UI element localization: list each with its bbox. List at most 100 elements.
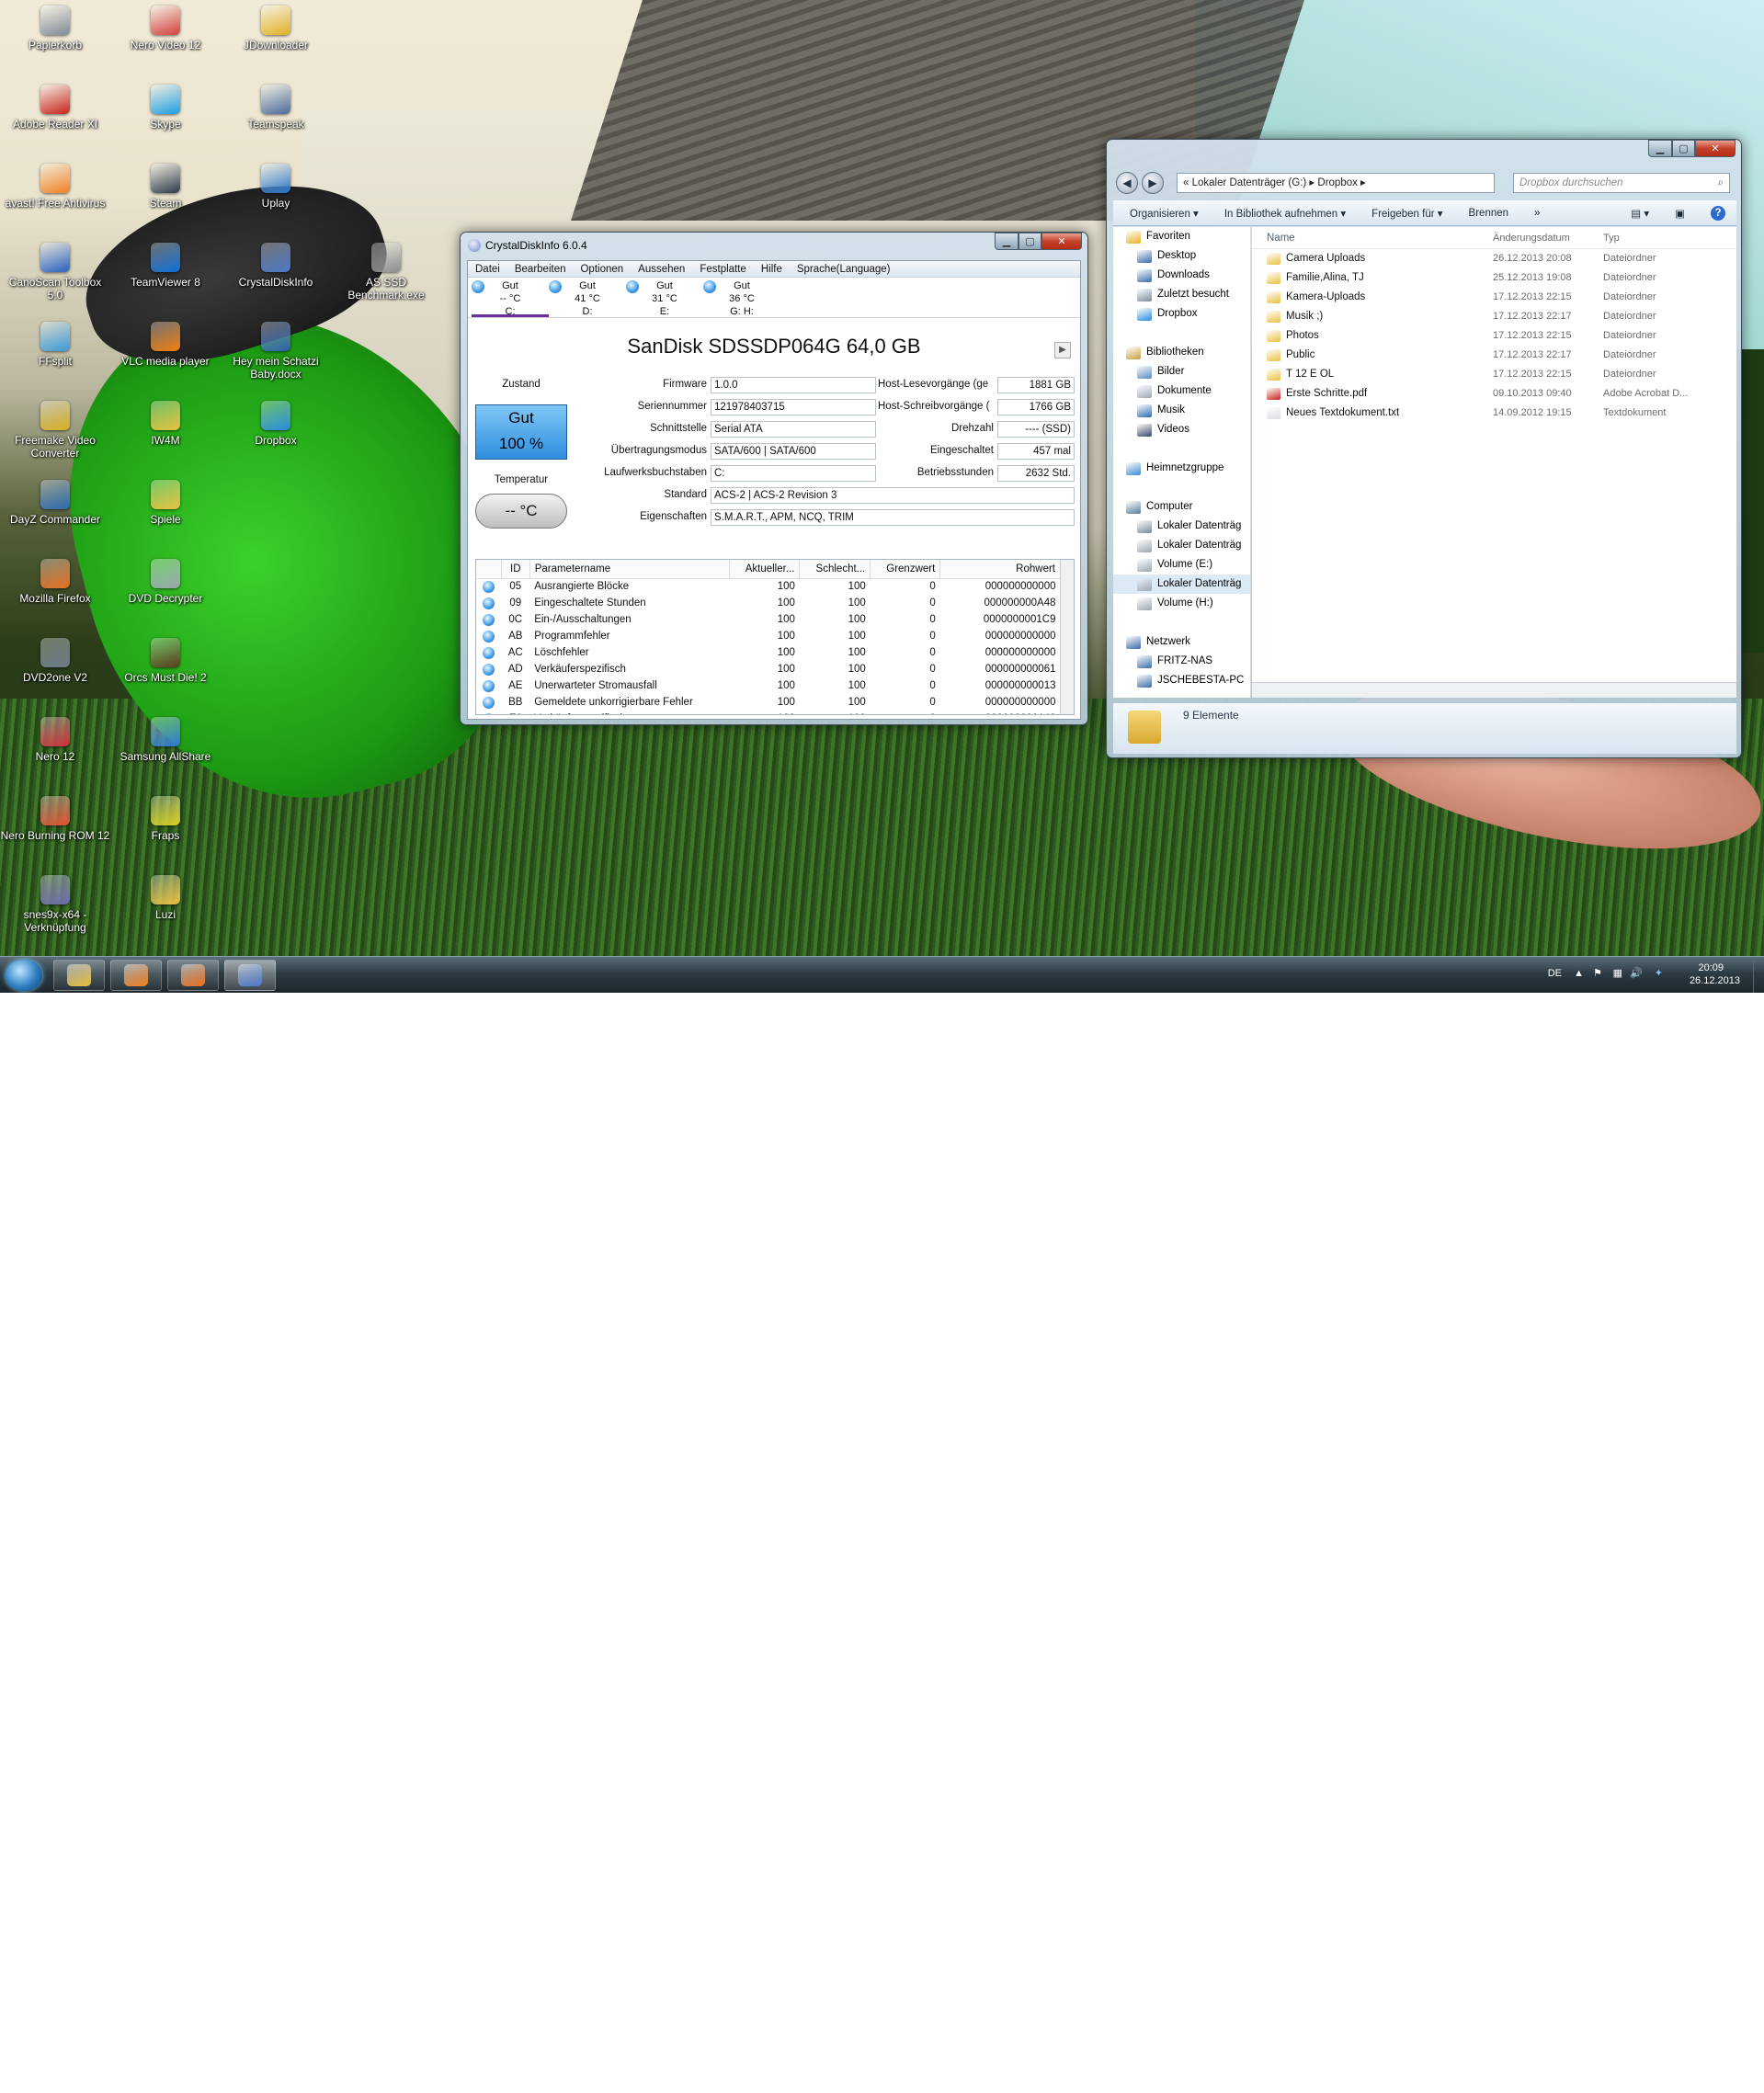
desktop-icon[interactable]: Teamspeak xyxy=(221,85,331,131)
nav-item[interactable]: Downloads xyxy=(1113,266,1250,285)
file-column-header[interactable]: Typ xyxy=(1603,227,1713,248)
menu-item[interactable]: Aussehen xyxy=(638,264,685,275)
desktop-icon[interactable]: Luzi xyxy=(110,875,221,921)
command-button[interactable]: » xyxy=(1534,208,1540,219)
smart-column-header[interactable]: ID xyxy=(501,560,530,579)
smart-column-header[interactable]: Parametername xyxy=(529,560,730,579)
drive-button[interactable]: Gut 31 °C E: xyxy=(626,278,703,317)
desktop-icon[interactable]: CrystalDiskInfo xyxy=(221,243,331,289)
smart-row[interactable]: BB Gemeldete unkorrigierbare Fehler 100 100… xyxy=(476,694,1061,711)
help-icon[interactable]: ? xyxy=(1711,205,1725,221)
menu-item[interactable]: Festplatte xyxy=(700,264,746,275)
close-button[interactable]: ✕ xyxy=(1041,233,1082,250)
nav-item[interactable]: Bibliotheken xyxy=(1113,343,1250,362)
desktop-icon[interactable]: AS SSD Benchmark.exe xyxy=(331,243,441,301)
dropbox-tray-icon[interactable]: ✦ xyxy=(1655,967,1663,979)
smart-scrollbar[interactable] xyxy=(1060,560,1074,714)
smart-row[interactable]: E6Verkäuferspezifisch1001000000000000143 xyxy=(476,711,1061,714)
nav-item[interactable]: Desktop xyxy=(1113,246,1250,266)
desktop-icon[interactable]: Skype xyxy=(110,85,221,131)
clock-time[interactable]: 20:09 xyxy=(1698,962,1724,973)
command-button[interactable]: Organisieren ▾ xyxy=(1130,207,1199,220)
file-row[interactable]: Musik ;) 17.12.2013 22:17 Dateiordner xyxy=(1252,307,1736,326)
desktop-icon[interactable]: IW4M xyxy=(110,401,221,447)
desktop-icon[interactable]: VLC media player xyxy=(110,322,221,368)
horizontal-scrollbar[interactable] xyxy=(1252,682,1736,698)
file-row[interactable]: Familie,Alina, TJ 25.12.2013 19:08 Dateior… xyxy=(1252,268,1736,288)
file-row[interactable]: Photos 17.12.2013 22:15 Dateiordner xyxy=(1252,326,1736,346)
desktop-icon[interactable]: Samsung AllShare xyxy=(110,717,221,763)
smart-row[interactable]: 09 Eingeschaltete Stunden 100 100 0 000000000… xyxy=(476,595,1061,611)
close-button[interactable]: ✕ xyxy=(1695,140,1736,157)
command-button[interactable]: In Bibliothek aufnehmen ▾ xyxy=(1224,207,1346,220)
crystaldiskinfo-window[interactable]: CrystalDiskInfo 6.0.4 ▁ ▢ ✕ Datei Bearbei… xyxy=(460,232,1088,725)
file-row[interactable]: T 12 E OL 17.12.2013 22:15 Dateiordner xyxy=(1252,365,1736,384)
file-list[interactable]: Name Änderungsdatum Typ Camera Uploads 26.1… xyxy=(1252,227,1736,698)
drive-button[interactable]: Gut 36 °C G: H: xyxy=(703,278,780,317)
desktop-icon[interactable]: Uplay xyxy=(221,164,331,210)
desktop-icon[interactable]: CanoScan Toolbox 5.0 xyxy=(0,243,110,301)
smart-row[interactable]: AC Löschfehler 100 100 0 000000000000 xyxy=(476,644,1061,661)
nav-item[interactable]: Zuletzt besucht xyxy=(1113,285,1250,304)
language-indicator[interactable]: DE xyxy=(1548,968,1562,979)
desktop-icon[interactable]: Steam xyxy=(110,164,221,210)
desktop-icon[interactable]: TeamViewer 8 xyxy=(110,243,221,289)
desktop-icon[interactable]: DVD Decrypter xyxy=(110,559,221,605)
menu-item[interactable]: Hilfe xyxy=(761,264,782,275)
desktop-icon[interactable]: Orcs Must Die! 2 xyxy=(110,638,221,684)
smart-row[interactable]: AB Programmfehler 100 100 0 000000000000 xyxy=(476,628,1061,644)
maximize-button[interactable]: ▢ xyxy=(1019,233,1041,250)
smart-column-header[interactable]: Rohwert xyxy=(939,560,1061,579)
command-button[interactable]: Freigeben für ▾ xyxy=(1371,207,1442,220)
nav-item[interactable]: Volume (H:) xyxy=(1113,594,1250,613)
nav-item[interactable]: Dropbox xyxy=(1113,304,1250,324)
smart-column-header[interactable]: Aktueller... xyxy=(729,560,801,579)
file-row[interactable]: Erste Schritte.pdf 09.10.2013 09:40 Adobe … xyxy=(1252,384,1736,404)
file-row[interactable]: Kamera-Uploads 17.12.2013 22:15 Dateiordne… xyxy=(1252,288,1736,307)
address-bar[interactable]: « Lokaler Datenträger (G:) ▸ Dropbox ▸ xyxy=(1177,173,1495,193)
desktop-icon[interactable]: Hey mein Schatzi Baby.docx xyxy=(221,322,331,381)
desktop-icon[interactable]: Papierkorb xyxy=(0,6,110,51)
smart-row[interactable]: 05 Ausrangierte Blöcke 100 100 0 000000000000 xyxy=(476,578,1061,595)
nav-item[interactable]: JSCHEBESTA-PC xyxy=(1113,671,1250,690)
smart-column-header[interactable]: Schlecht... xyxy=(799,560,871,579)
smart-row[interactable]: AD Verkäuferspezifisch 100 100 0 000000000061 xyxy=(476,661,1061,677)
taskbar-button[interactable] xyxy=(167,960,219,991)
desktop-icon[interactable]: FFsplit xyxy=(0,322,110,368)
file-row[interactable]: Neues Textdokument.txt 14.09.2012 19:15 Te… xyxy=(1252,404,1736,423)
smart-column-header[interactable]: Grenzwert xyxy=(870,560,941,579)
next-drive-button[interactable]: ▶ xyxy=(1054,342,1071,358)
volume-icon[interactable]: 🔊 xyxy=(1630,967,1643,979)
minimize-button[interactable]: ▁ xyxy=(995,233,1019,250)
file-row[interactable]: Camera Uploads 26.12.2013 20:08 Dateiordne… xyxy=(1252,249,1736,268)
nav-item[interactable]: Lokaler Datenträg xyxy=(1113,574,1250,594)
desktop-icon[interactable]: JDownloader xyxy=(221,6,331,51)
taskbar-button[interactable] xyxy=(224,960,276,991)
smart-row[interactable]: 0C Ein-/Ausschaltungen 100 100 0 0000000001C9 xyxy=(476,611,1061,628)
file-row[interactable]: Public 17.12.2013 22:17 Dateiordner xyxy=(1252,346,1736,365)
nav-item[interactable]: Volume (E:) xyxy=(1113,555,1250,574)
clock-date[interactable]: 26.12.2013 xyxy=(1690,975,1740,986)
search-input[interactable]: Dropbox durchsuchen ⌕ xyxy=(1513,173,1730,193)
nav-item[interactable]: Netzwerk xyxy=(1113,632,1250,652)
nav-item[interactable]: Lokaler Datenträg xyxy=(1113,517,1250,536)
desktop-icon[interactable]: Freemake Video Converter xyxy=(0,401,110,460)
desktop-icon[interactable]: Dropbox xyxy=(221,401,331,447)
desktop-icon[interactable]: Spiele xyxy=(110,480,221,526)
network-icon[interactable]: ▦ xyxy=(1613,967,1622,979)
minimize-button[interactable]: ▁ xyxy=(1648,140,1672,157)
navigation-pane[interactable]: Favoriten Desktop Downloads Zuletzt besucht… xyxy=(1113,227,1251,698)
desktop-icon[interactable]: Nero Video 12 xyxy=(110,6,221,51)
file-column-header[interactable]: Name xyxy=(1252,227,1493,248)
nav-item[interactable]: Bilder xyxy=(1113,362,1250,381)
menu-item[interactable]: Sprache(Language) xyxy=(797,264,891,275)
explorer-window[interactable]: ▁ ▢ ✕ ◀ ▶ « Lokaler Datenträger (G:) ▸ D… xyxy=(1106,139,1742,758)
preview-pane-icon[interactable]: ▣ xyxy=(1675,207,1685,220)
taskbar-button[interactable] xyxy=(53,960,105,991)
command-button[interactable]: Brennen xyxy=(1469,208,1508,219)
desktop-icon[interactable]: DayZ Commander xyxy=(0,480,110,526)
view-options-icon[interactable]: ▤ ▾ xyxy=(1631,207,1649,220)
action-center-flag-icon[interactable]: ⚑ xyxy=(1593,967,1602,979)
show-desktop-button[interactable] xyxy=(1753,957,1764,993)
smart-attributes-table[interactable]: ID Parametername Aktueller... Schlecht... Gr… xyxy=(475,559,1075,715)
